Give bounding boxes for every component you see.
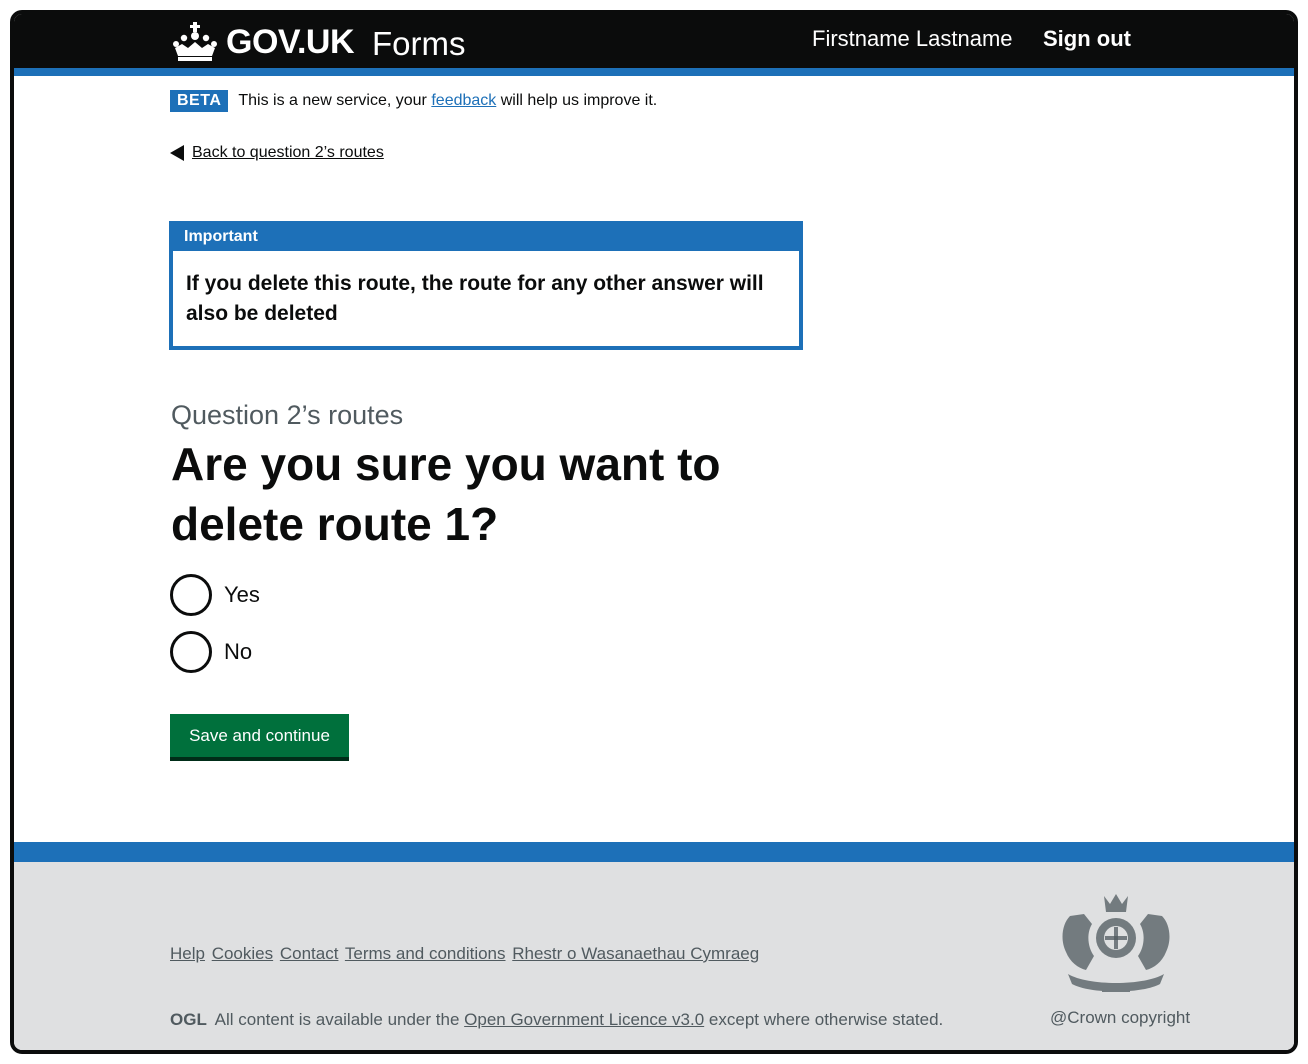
notification-body: If you delete this route, the route for … <box>173 251 799 346</box>
beta-tag: BETA <box>170 90 229 112</box>
page-title: Are you sure you want to delete route 1? <box>171 438 721 550</box>
crown-copyright-link[interactable]: @Crown copyright <box>1050 1008 1190 1028</box>
radio-no-input[interactable] <box>170 631 212 673</box>
notification-banner: Important If you delete this route, the … <box>169 221 803 350</box>
site-header: GOV.UK Forms Firstname Lastname Sign out <box>14 14 1294 68</box>
user-name: Firstname Lastname <box>812 26 1013 51</box>
radio-yes[interactable]: Yes <box>170 574 260 616</box>
back-arrow-icon <box>170 145 184 161</box>
licence-statement: OGL All content is available under the O… <box>170 1010 943 1030</box>
crown-icon <box>173 22 217 61</box>
phase-banner: BETA This is a new service, your feedbac… <box>170 90 657 112</box>
radio-yes-label[interactable]: Yes <box>224 582 260 608</box>
back-link[interactable]: Back to question 2’s routes <box>170 144 384 162</box>
footer-link-help[interactable]: Help <box>170 944 205 963</box>
logo-text: GOV.UK <box>226 22 355 61</box>
back-link-text[interactable]: Back to question 2’s routes <box>192 144 384 162</box>
footer-links: Help Cookies Contact Terms and condition… <box>170 944 761 964</box>
royal-coat-of-arms-icon <box>1062 894 1170 992</box>
licence-link[interactable]: Open Government Licence v3.0 <box>464 1010 704 1029</box>
header-stripe <box>14 68 1294 76</box>
feedback-link[interactable]: feedback <box>431 92 496 110</box>
licence-text-before: All content is available under the <box>214 1010 460 1029</box>
licence-text-after: except where otherwise stated. <box>708 1010 944 1029</box>
save-and-continue-button[interactable]: Save and continue <box>170 714 349 757</box>
radio-yes-input[interactable] <box>170 574 212 616</box>
footer-stripe <box>14 842 1294 862</box>
footer-link-welsh[interactable]: Rhestr o Wasanaethau Cymraeg <box>512 944 759 963</box>
service-name[interactable]: Forms <box>372 25 466 63</box>
phase-banner-text-before: This is a new service, your <box>238 92 427 109</box>
footer-link-terms[interactable]: Terms and conditions <box>345 944 506 963</box>
ogl-logo: OGL <box>170 1010 207 1029</box>
phase-banner-text-after: will help us improve it. <box>500 92 658 109</box>
notification-title: Important <box>184 228 258 245</box>
site-footer: Help Cookies Contact Terms and condition… <box>14 862 1294 1050</box>
radio-no[interactable]: No <box>170 631 252 673</box>
page-caption: Question 2’s routes <box>171 400 404 430</box>
radio-no-label[interactable]: No <box>224 639 252 665</box>
sign-out-link[interactable]: Sign out <box>1043 26 1131 52</box>
footer-link-contact[interactable]: Contact <box>280 944 339 963</box>
browser-frame: GOV.UK Forms Firstname Lastname Sign out… <box>10 10 1298 1054</box>
govuk-logo[interactable]: GOV.UK Forms <box>172 18 466 66</box>
footer-link-cookies[interactable]: Cookies <box>212 944 273 963</box>
